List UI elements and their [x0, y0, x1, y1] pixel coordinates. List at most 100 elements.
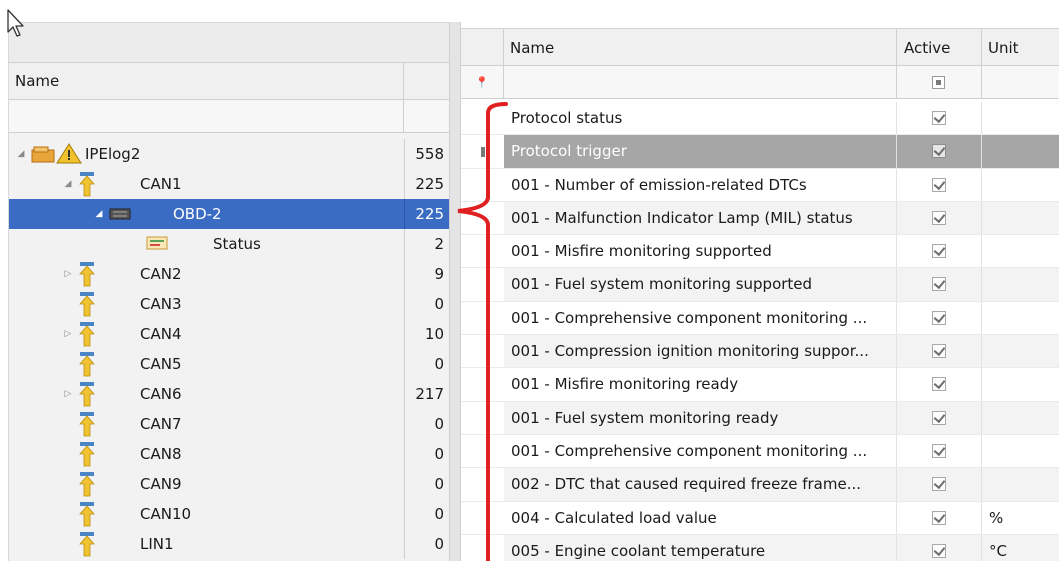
signal-name-cell[interactable]: 001 - Fuel system monitoring ready — [504, 401, 897, 434]
active-checkbox[interactable] — [932, 410, 946, 425]
unit-cell[interactable] — [982, 235, 1059, 267]
collapse-arrow-icon[interactable]: ◢ — [62, 169, 74, 199]
signal-name-cell[interactable]: 001 - Misfire monitoring supported — [504, 235, 897, 268]
active-checkbox[interactable] — [932, 111, 946, 125]
signal-name-cell[interactable]: 002 - DTC that caused required freeze fr… — [504, 468, 897, 501]
tree-filter-cell[interactable] — [9, 100, 404, 133]
active-checkbox[interactable] — [932, 177, 946, 192]
active-cell[interactable] — [897, 534, 982, 561]
grid-row[interactable]: 002 - DTC that caused required freeze fr… — [461, 468, 1059, 502]
name-filter-cell[interactable] — [504, 66, 897, 99]
grid-row[interactable]: Protocol status — [461, 102, 1059, 136]
active-cell[interactable] — [897, 501, 982, 534]
active-checkbox[interactable] — [932, 144, 946, 159]
active-cell[interactable] — [897, 102, 982, 135]
tree-item-can1[interactable]: ◢ CAN1 225 — [9, 169, 449, 199]
collapse-arrow-icon[interactable]: ◢ — [93, 199, 105, 229]
active-cell[interactable] — [897, 401, 982, 434]
active-cell[interactable] — [897, 235, 982, 268]
active-checkbox[interactable] — [932, 277, 946, 292]
tree-item-can4[interactable]: ▷ CAN4 10 — [9, 319, 449, 349]
collapse-arrow-icon[interactable]: ◢ — [15, 139, 27, 169]
unit-cell[interactable] — [982, 468, 1059, 501]
grid-row[interactable]: 001 - Comprehensive component monitoring… — [461, 301, 1059, 336]
grid-row[interactable]: 004 - Calculated load value% — [461, 501, 1059, 535]
grid-row[interactable]: 001 - Comprehensive component monitoring… — [461, 434, 1059, 469]
tree-name-column-header[interactable]: Name — [9, 63, 404, 100]
tree-item-lin1[interactable]: LIN1 0 — [9, 529, 449, 559]
tree-item-can7[interactable]: CAN7 0 — [9, 409, 449, 439]
active-cell[interactable] — [897, 335, 982, 368]
active-checkbox[interactable] — [932, 377, 946, 392]
active-checkbox[interactable] — [932, 443, 946, 458]
grid-row[interactable]: 001 - Fuel system monitoring ready — [461, 401, 1059, 435]
signal-name-cell[interactable]: 001 - Malfunction Indicator Lamp (MIL) s… — [504, 201, 897, 235]
grid-unit-column-header[interactable]: Unit — [982, 29, 1059, 67]
grid-row[interactable]: Protocol trigger — [461, 135, 1059, 169]
active-cell[interactable] — [897, 201, 982, 235]
unit-cell[interactable] — [982, 169, 1059, 201]
signal-name-cell[interactable]: 001 - Comprehensive component monitoring… — [504, 434, 897, 468]
unit-cell[interactable] — [982, 401, 1059, 434]
active-checkbox[interactable] — [932, 244, 946, 259]
tree-item-ipelog2[interactable]: ◢ IPElog2 558 — [9, 139, 449, 169]
active-cell[interactable] — [897, 368, 982, 401]
grid-active-column-header[interactable]: Active — [897, 29, 982, 67]
signal-name-cell[interactable]: 004 - Calculated load value — [504, 501, 897, 534]
signal-name-cell[interactable]: 001 - Number of emission-related DTCs — [504, 168, 897, 201]
grid-row[interactable]: 001 - Misfire monitoring ready — [461, 368, 1059, 402]
active-checkbox[interactable] — [932, 477, 946, 492]
unit-cell[interactable]: °C — [982, 534, 1059, 561]
unit-cell[interactable] — [982, 268, 1059, 301]
unit-cell[interactable] — [982, 302, 1059, 334]
active-checkbox[interactable] — [932, 210, 946, 225]
active-cell[interactable] — [897, 268, 982, 301]
signal-name-cell[interactable]: 001 - Misfire monitoring ready — [504, 368, 897, 401]
unit-cell[interactable] — [982, 335, 1059, 368]
tree-item-can2[interactable]: ▷ CAN2 9 — [9, 259, 449, 289]
active-cell[interactable] — [897, 434, 982, 468]
active-filter-indeterminate-checkbox[interactable] — [932, 76, 945, 89]
active-checkbox[interactable] — [932, 543, 946, 558]
active-cell[interactable] — [897, 168, 982, 201]
tree-filter-row[interactable] — [9, 100, 449, 133]
tree-item-can6[interactable]: ▷ CAN6 217 — [9, 379, 449, 409]
expand-arrow-icon[interactable]: ▷ — [62, 379, 74, 409]
expand-arrow-icon[interactable]: ▷ — [62, 259, 74, 289]
active-checkbox[interactable] — [932, 510, 946, 525]
tree-item-status[interactable]: Status 2 — [9, 229, 449, 259]
grid-name-column-header[interactable]: Name — [504, 29, 897, 67]
grid-row[interactable]: 001 - Malfunction Indicator Lamp (MIL) s… — [461, 201, 1059, 236]
grid-row[interactable]: 001 - Number of emission-related DTCs — [461, 168, 1059, 202]
signal-name-cell[interactable]: 001 - Compression ignition monitoring su… — [504, 335, 897, 368]
unit-cell[interactable] — [982, 368, 1059, 400]
grid-row[interactable]: 001 - Compression ignition monitoring su… — [461, 335, 1059, 369]
grid-row[interactable]: 001 - Fuel system monitoring supported — [461, 268, 1059, 302]
active-checkbox[interactable] — [932, 310, 946, 325]
tree-item-obd-2[interactable]: ◢ OBD-2 225 — [9, 199, 449, 229]
unit-cell[interactable]: % — [982, 502, 1059, 534]
tree-item-can10[interactable]: CAN10 0 — [9, 499, 449, 529]
tree-item-can9[interactable]: CAN9 0 — [9, 469, 449, 499]
grid-row[interactable]: 005 - Engine coolant temperature °C — [461, 534, 1059, 561]
active-cell[interactable] — [897, 135, 982, 168]
unit-cell[interactable] — [982, 102, 1059, 134]
tree-item-can8[interactable]: CAN8 0 — [9, 439, 449, 469]
signal-name-cell[interactable]: 001 - Comprehensive component monitoring… — [504, 301, 897, 335]
signal-name-cell[interactable]: Protocol trigger — [504, 135, 897, 168]
active-cell[interactable] — [897, 468, 982, 501]
tree-item-can3[interactable]: CAN3 0 — [9, 289, 449, 319]
signal-name-cell[interactable]: 005 - Engine coolant temperature — [504, 534, 897, 561]
active-filter-cell[interactable] — [897, 66, 982, 99]
grid-row[interactable]: 001 - Misfire monitoring supported — [461, 235, 1059, 269]
signal-name-cell[interactable]: Protocol status — [504, 102, 897, 135]
expand-arrow-icon[interactable]: ▷ — [62, 319, 74, 349]
unit-cell[interactable] — [982, 135, 1059, 168]
active-cell[interactable] — [897, 301, 982, 335]
unit-cell[interactable] — [982, 435, 1059, 467]
active-checkbox[interactable] — [932, 344, 946, 359]
signal-name-cell[interactable]: 001 - Fuel system monitoring supported — [504, 268, 897, 301]
tree-item-can5[interactable]: CAN5 0 — [9, 349, 449, 379]
unit-cell[interactable] — [982, 201, 1059, 235]
filter-pin-icon[interactable]: 📍 — [461, 66, 504, 99]
